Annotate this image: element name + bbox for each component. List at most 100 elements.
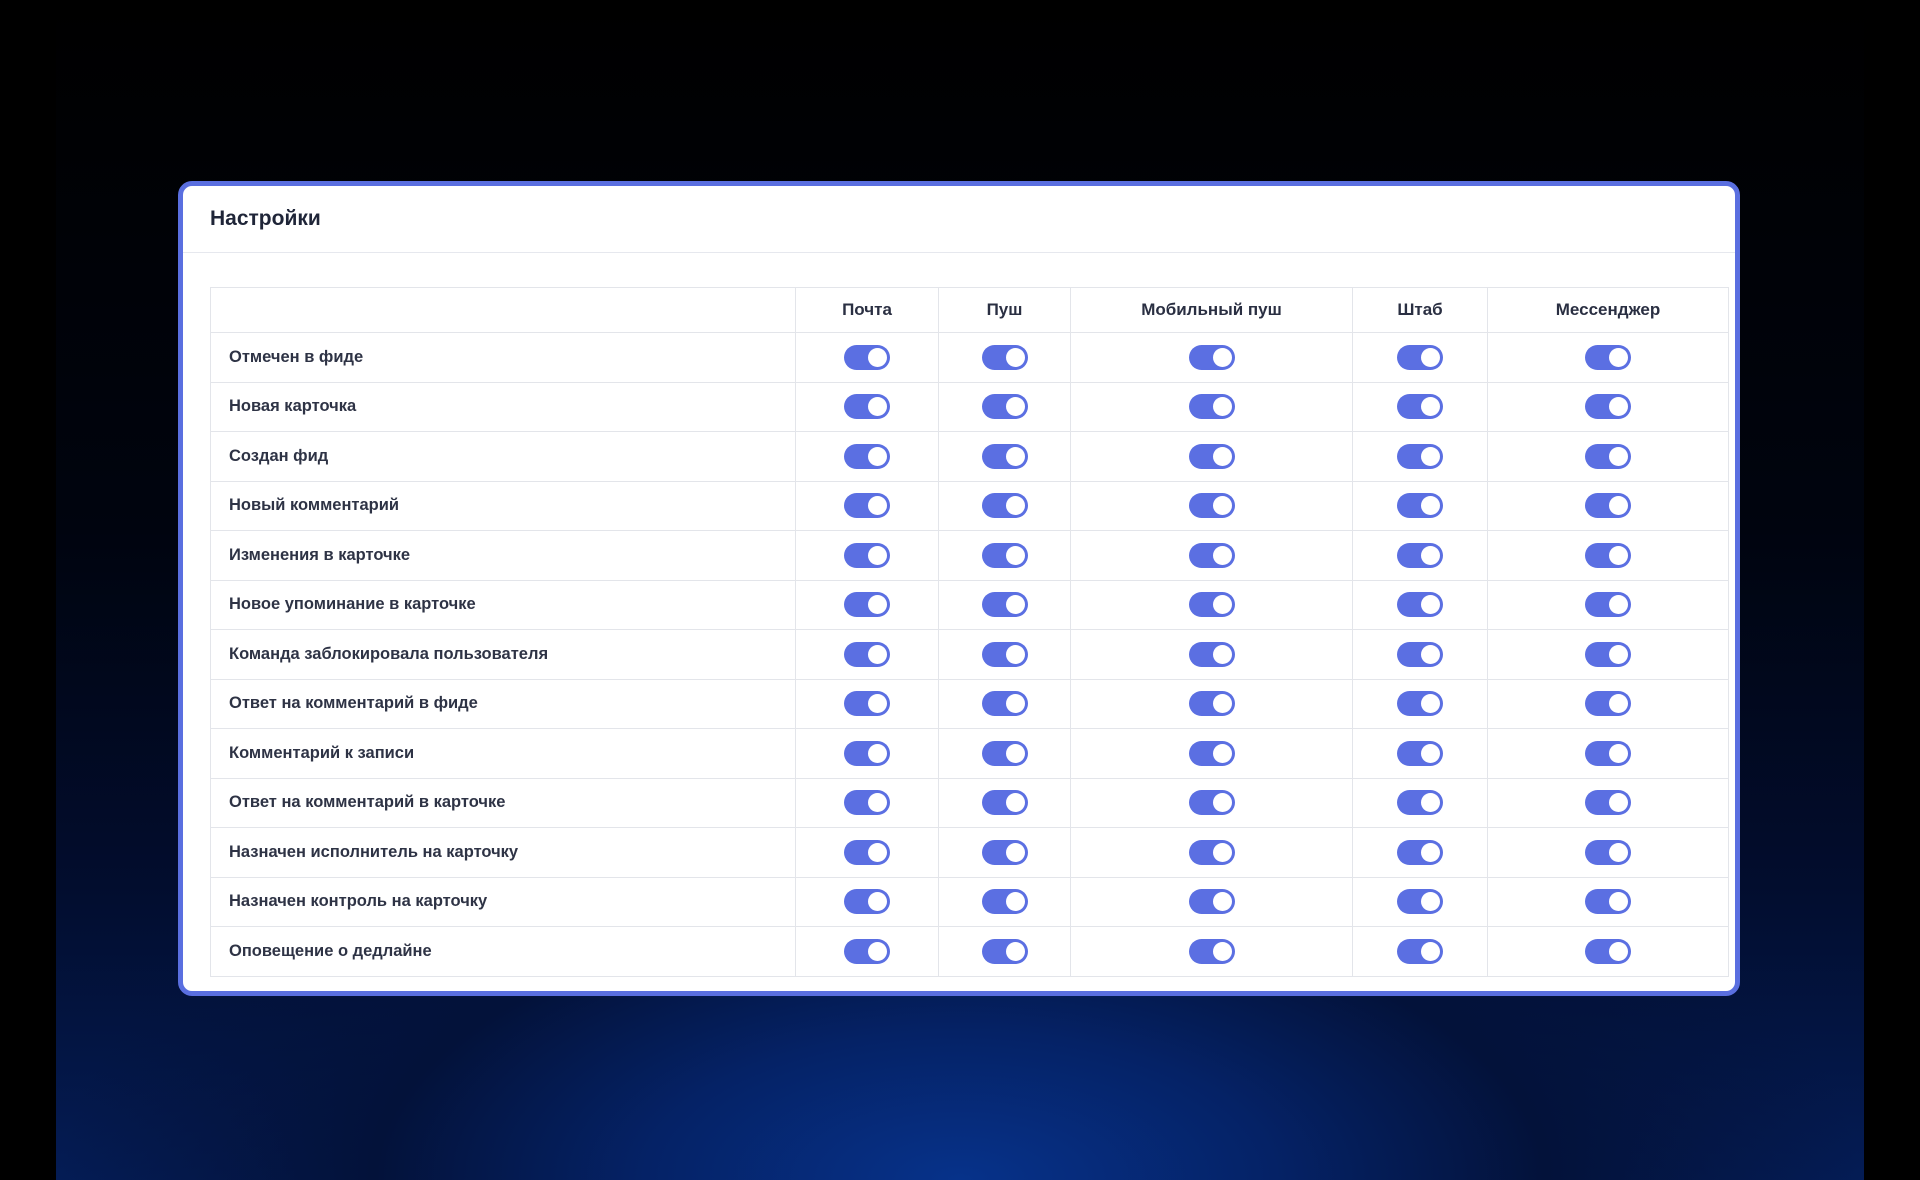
toggle-switch-messenger[interactable] (1585, 740, 1631, 766)
toggle-switch-mobile-push[interactable] (1188, 641, 1235, 667)
toggle-switch-messenger[interactable] (1585, 889, 1631, 915)
toggle-switch-mail[interactable] (844, 493, 890, 519)
toggle-cell (938, 332, 1071, 383)
toggle-switch-mail[interactable] (844, 790, 890, 816)
toggle-cell (1487, 480, 1729, 531)
toggle-knob (1609, 644, 1628, 664)
table-row: Команда заблокировала пользователя (210, 629, 1729, 680)
table-body: Отмечен в фиде Новая карточка Создан фид Но… (210, 332, 1729, 977)
toggle-cell (1070, 332, 1353, 383)
toggle-cell (1070, 678, 1353, 729)
toggle-switch-push[interactable] (981, 542, 1028, 568)
toggle-cell (795, 777, 939, 828)
toggle-switch-mail[interactable] (844, 592, 890, 618)
toggle-knob (1005, 644, 1025, 664)
toggle-switch-messenger[interactable] (1585, 938, 1631, 964)
toggle-switch-push[interactable] (981, 691, 1028, 717)
toggle-knob (1005, 595, 1025, 615)
toggle-switch-push[interactable] (981, 344, 1028, 370)
toggle-switch-hq[interactable] (1397, 889, 1443, 915)
toggle-switch-mail[interactable] (844, 394, 890, 420)
table-row: Комментарий к записи (210, 728, 1729, 779)
toggle-switch-hq[interactable] (1397, 344, 1443, 370)
toggle-switch-mail[interactable] (844, 691, 890, 717)
table-header-row: Почта Пуш Мобильный пуш Штаб Мессенджер (210, 287, 1729, 333)
toggle-switch-mail[interactable] (844, 344, 890, 370)
toggle-switch-messenger[interactable] (1585, 592, 1631, 618)
toggle-switch-messenger[interactable] (1585, 443, 1631, 469)
toggle-switch-hq[interactable] (1397, 839, 1443, 865)
toggle-switch-mail[interactable] (844, 443, 890, 469)
toggle-switch-push[interactable] (981, 938, 1028, 964)
toggle-knob (1212, 694, 1232, 714)
toggle-switch-mobile-push[interactable] (1188, 790, 1235, 816)
toggle-knob (1005, 496, 1025, 516)
toggle-switch-messenger[interactable] (1585, 493, 1631, 519)
toggle-switch-push[interactable] (981, 592, 1028, 618)
table-row: Изменения в карточке (210, 530, 1729, 581)
toggle-switch-messenger[interactable] (1585, 691, 1631, 717)
toggle-switch-mail[interactable] (844, 938, 890, 964)
toggle-switch-mobile-push[interactable] (1188, 740, 1235, 766)
toggle-switch-mobile-push[interactable] (1188, 344, 1235, 370)
toggle-switch-mobile-push[interactable] (1188, 493, 1235, 519)
toggle-switch-hq[interactable] (1397, 790, 1443, 816)
toggle-switch-hq[interactable] (1397, 740, 1443, 766)
toggle-switch-messenger[interactable] (1585, 542, 1631, 568)
toggle-switch-mail[interactable] (844, 542, 890, 568)
toggle-knob (868, 941, 887, 961)
toggle-switch-push[interactable] (981, 790, 1028, 816)
toggle-switch-mobile-push[interactable] (1188, 938, 1235, 964)
toggle-switch-mobile-push[interactable] (1188, 691, 1235, 717)
toggle-switch-push[interactable] (981, 443, 1028, 469)
table-row: Оповещение о дедлайне (210, 926, 1729, 977)
toggle-switch-hq[interactable] (1397, 443, 1443, 469)
toggle-cell (1487, 579, 1729, 630)
toggle-switch-mail[interactable] (844, 641, 890, 667)
toggle-cell (938, 381, 1071, 432)
toggle-switch-mail[interactable] (844, 740, 890, 766)
toggle-knob (1609, 595, 1628, 615)
toggle-switch-push[interactable] (981, 493, 1028, 519)
toggle-switch-push[interactable] (981, 740, 1028, 766)
toggle-switch-hq[interactable] (1397, 641, 1443, 667)
toggle-cell (795, 431, 939, 482)
event-label: Ответ на комментарий в фиде (210, 678, 796, 729)
toggle-switch-mobile-push[interactable] (1188, 542, 1235, 568)
toggle-switch-mobile-push[interactable] (1188, 394, 1235, 420)
toggle-cell (1070, 876, 1353, 927)
toggle-switch-messenger[interactable] (1585, 641, 1631, 667)
toggle-knob (1005, 347, 1025, 367)
toggle-knob (1212, 496, 1232, 516)
toggle-switch-hq[interactable] (1397, 542, 1443, 568)
toggle-switch-hq[interactable] (1397, 394, 1443, 420)
toggle-switch-mail[interactable] (844, 889, 890, 915)
toggle-cell (938, 480, 1071, 531)
toggle-switch-messenger[interactable] (1585, 839, 1631, 865)
toggle-switch-mobile-push[interactable] (1188, 443, 1235, 469)
toggle-cell (1487, 926, 1729, 977)
toggle-switch-hq[interactable] (1397, 493, 1443, 519)
column-header-hq: Штаб (1352, 287, 1488, 333)
toggle-switch-push[interactable] (981, 394, 1028, 420)
table-row: Ответ на комментарий в карточке (210, 777, 1729, 828)
toggle-switch-mobile-push[interactable] (1188, 889, 1235, 915)
toggle-switch-mobile-push[interactable] (1188, 592, 1235, 618)
toggle-switch-push[interactable] (981, 889, 1028, 915)
toggle-switch-push[interactable] (981, 641, 1028, 667)
toggle-switch-hq[interactable] (1397, 592, 1443, 618)
toggle-switch-push[interactable] (981, 839, 1028, 865)
toggle-cell (795, 876, 939, 927)
toggle-switch-messenger[interactable] (1585, 394, 1631, 420)
toggle-knob (868, 545, 887, 565)
toggle-switch-messenger[interactable] (1585, 790, 1631, 816)
toggle-switch-hq[interactable] (1397, 691, 1443, 717)
toggle-switch-messenger[interactable] (1585, 344, 1631, 370)
toggle-switch-mobile-push[interactable] (1188, 839, 1235, 865)
toggle-knob (1421, 397, 1440, 417)
toggle-knob (1609, 347, 1628, 367)
toggle-knob (1421, 545, 1440, 565)
toggle-switch-mail[interactable] (844, 839, 890, 865)
toggle-switch-hq[interactable] (1397, 938, 1443, 964)
toggle-knob (1212, 743, 1232, 763)
